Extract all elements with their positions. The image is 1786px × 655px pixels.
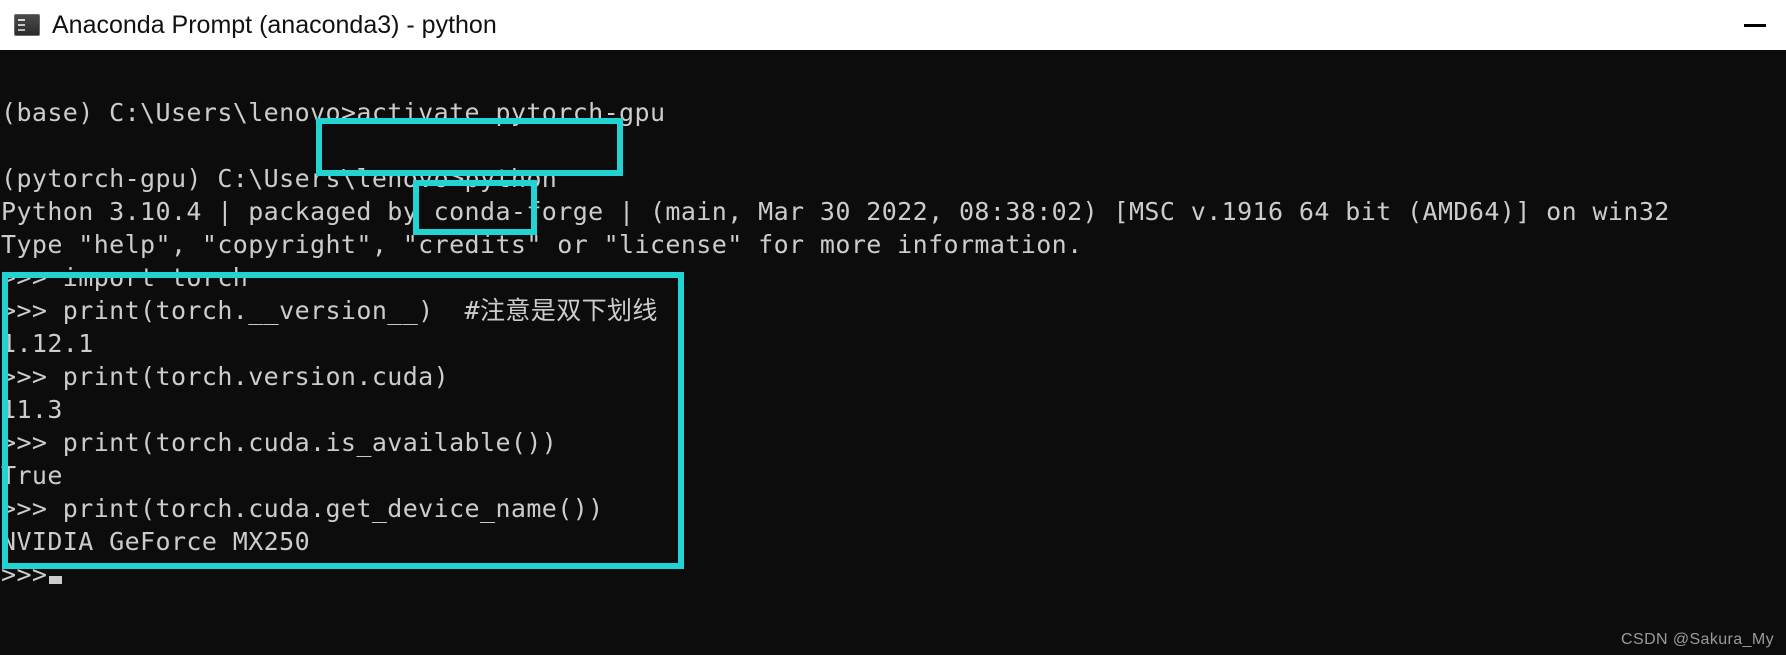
window-titlebar[interactable]: Anaconda Prompt (anaconda3) - python <box>0 0 1786 50</box>
terminal-line: 1.12.1 <box>1 329 94 358</box>
terminal-line: 11.3 <box>1 395 63 424</box>
watermark-text: CSDN @Sakura_My <box>1621 631 1774 648</box>
terminal-line: >>> <box>0 558 1786 591</box>
terminal-line: Python 3.10.4 | packaged by conda-forge … <box>1 197 1670 226</box>
minimize-button[interactable] <box>1724 0 1786 50</box>
terminal-output-area[interactable]: (base) C:\Users\lenovo>activate pytorch-… <box>0 50 1786 655</box>
terminal-line: >>> import torch <box>1 263 249 292</box>
terminal-line: (pytorch-gpu) C:\Users\lenovo>python <box>1 164 558 193</box>
terminal-line: >>> print(torch.version.cuda) <box>1 362 450 391</box>
terminal-line: >>> print(torch.__version__) #注意是双下划线 <box>1 296 658 325</box>
titlebar-left-group: Anaconda Prompt (anaconda3) - python <box>0 11 1724 40</box>
console-window-icon <box>14 14 40 36</box>
minimize-icon <box>1744 23 1766 27</box>
terminal-line: (base) C:\Users\lenovo>activate pytorch-… <box>1 98 666 127</box>
terminal-lines: (base) C:\Users\lenovo>activate pytorch-… <box>0 63 1786 591</box>
terminal-line: >>> print(torch.cuda.is_available()) <box>1 428 558 457</box>
window-title: Anaconda Prompt (anaconda3) - python <box>52 10 497 39</box>
terminal-line: >>> print(torch.cuda.get_device_name()) <box>1 494 604 523</box>
terminal-line: NVIDIA GeForce MX250 <box>1 527 311 556</box>
terminal-cursor <box>49 576 63 584</box>
terminal-line: Type "help", "copyright", "credits" or "… <box>1 230 1083 259</box>
anaconda-prompt-window: Anaconda Prompt (anaconda3) - python (ba… <box>0 0 1786 655</box>
terminal-line: True <box>1 461 63 490</box>
window-controls <box>1724 0 1786 50</box>
